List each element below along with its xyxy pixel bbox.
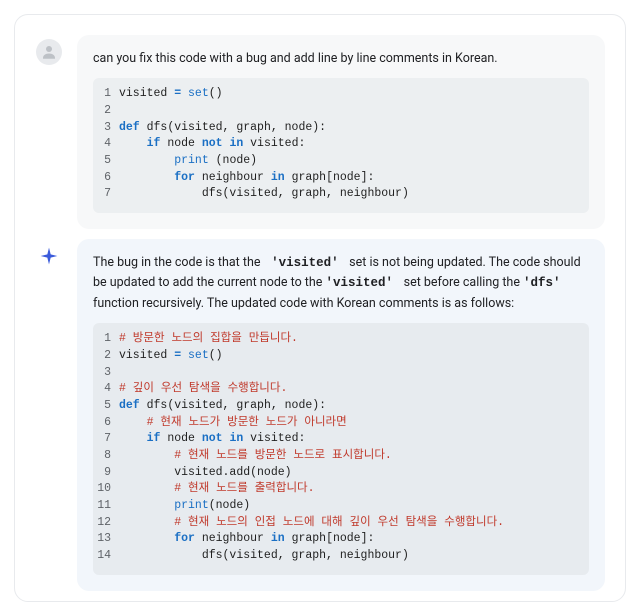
line-number: 9 [97,465,119,482]
code-line: 4# 깊이 우선 탐색을 수행합니다. [97,381,579,398]
code-content: visited = set() [119,348,579,365]
code-content: if node not in visited: [119,431,579,448]
code-content [119,103,579,120]
code-line: 3 [97,365,579,382]
code-line: 12 # 현재 노드의 인접 노드에 대해 깊이 우선 탐색을 수행합니다. [97,515,579,532]
line-number: 10 [97,481,119,498]
line-number: 4 [97,136,119,153]
code-line: 9 visited.add(node) [97,465,579,482]
code-content: def dfs(visited, graph, node): [119,120,579,137]
code-line: 7 dfs(visited, graph, neighbour) [97,186,579,203]
code-content [119,365,579,382]
code-content: print (node) [119,153,579,170]
assistant-message: The bug in the code is that the 'visited… [15,229,625,591]
code-content: if node not in visited: [119,136,579,153]
text-frag: function recursively. The updated code w… [93,296,514,311]
code-line: 6 # 현재 노드가 방문한 노드가 아니라면 [97,415,579,432]
user-avatar-col [35,35,63,229]
code-line: 10 # 현재 노드를 출력합니다. [97,481,579,498]
code-line: 1visited = set() [97,86,579,103]
code-line: 14 dfs(visited, graph, neighbour) [97,548,579,565]
user-avatar-icon [36,39,62,65]
line-number: 12 [97,515,119,532]
code-line: 1# 방문한 노드의 집합을 만듭니다. [97,331,579,348]
code-content: def dfs(visited, graph, node): [119,398,579,415]
line-number: 5 [97,398,119,415]
assistant-bubble: The bug in the code is that the 'visited… [77,239,605,591]
code-line: 13 for neighbour in graph[node]: [97,531,579,548]
inline-code: 'dfs' [523,276,568,290]
code-line: 4 if node not in visited: [97,136,579,153]
code-content: # 현재 노드를 방문한 노드로 표시합니다. [119,448,579,465]
text-frag: The bug in the code is that the [93,255,264,270]
line-number: 1 [97,331,119,348]
assistant-code-block: 1# 방문한 노드의 집합을 만듭니다.2visited = set()34# … [93,323,589,574]
code-line: 2visited = set() [97,348,579,365]
user-message: can you fix this code with a bug and add… [15,25,625,229]
code-content: for neighbour in graph[node]: [119,531,579,548]
code-content: # 방문한 노드의 집합을 만듭니다. [119,331,579,348]
assistant-avatar-col [35,239,63,591]
code-line: 5 print (node) [97,153,579,170]
line-number: 6 [97,170,119,187]
code-content: # 깊이 우선 탐색을 수행합니다. [119,381,579,398]
code-line: 8 # 현재 노드를 방문한 노드로 표시합니다. [97,448,579,465]
line-number: 2 [97,103,119,120]
inline-code: 'visited' [264,256,347,270]
code-content: # 현재 노드가 방문한 노드가 아니라면 [119,415,579,432]
code-line: 2 [97,103,579,120]
line-number: 13 [97,531,119,548]
code-content: for neighbour in graph[node]: [119,170,579,187]
line-number: 11 [97,498,119,515]
code-content: dfs(visited, graph, neighbour) [119,186,579,203]
line-number: 8 [97,448,119,465]
line-number: 7 [97,431,119,448]
line-number: 6 [97,415,119,432]
code-content: # 현재 노드의 인접 노드에 대해 깊이 우선 탐색을 수행합니다. [119,515,579,532]
code-line: 3def dfs(visited, graph, node): [97,120,579,137]
code-content: print(node) [119,498,579,515]
line-number: 2 [97,348,119,365]
text-frag: set before calling the [401,275,524,290]
code-content: # 현재 노드를 출력합니다. [119,481,579,498]
line-number: 1 [97,86,119,103]
inline-code: 'visited' [326,276,401,290]
code-line: 5def dfs(visited, graph, node): [97,398,579,415]
code-line: 11 print(node) [97,498,579,515]
line-number: 4 [97,381,119,398]
user-text: can you fix this code with a bug and add… [93,49,589,68]
code-line: 7 if node not in visited: [97,431,579,448]
line-number: 3 [97,120,119,137]
user-bubble: can you fix this code with a bug and add… [77,35,605,229]
line-number: 7 [97,186,119,203]
code-content: dfs(visited, graph, neighbour) [119,548,579,565]
line-number: 5 [97,153,119,170]
sparkle-icon [36,243,62,269]
user-code-block: 1visited = set()23def dfs(visited, graph… [93,78,589,213]
code-line: 6 for neighbour in graph[node]: [97,170,579,187]
code-content: visited = set() [119,86,579,103]
assistant-text: The bug in the code is that the 'visited… [93,253,589,313]
code-content: visited.add(node) [119,465,579,482]
line-number: 3 [97,365,119,382]
line-number: 14 [97,548,119,565]
chat-container: can you fix this code with a bug and add… [14,14,626,602]
